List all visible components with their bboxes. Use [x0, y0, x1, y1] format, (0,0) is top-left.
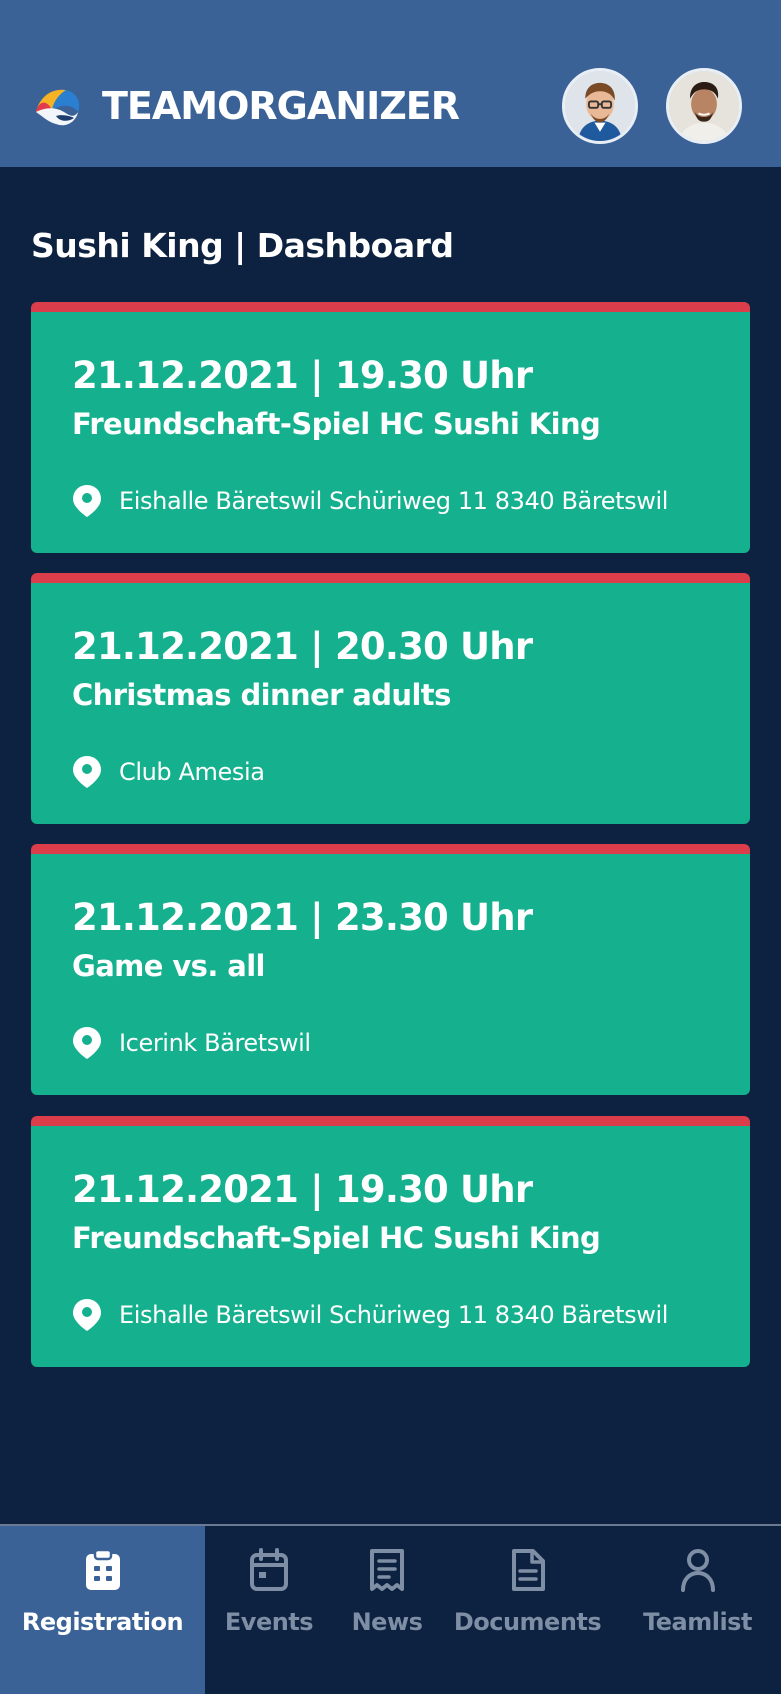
event-card[interactable]: 21.12.2021 | 19.30 Uhr Freundschaft-Spie…: [31, 1116, 750, 1367]
avatar-photo-icon: [669, 71, 739, 141]
avatar-illustration-icon: [565, 71, 635, 141]
nav-label: Documents: [453, 1608, 602, 1636]
nav-label: News: [351, 1608, 423, 1636]
event-location-text: Eishalle Bäretswil Schüriweg 11 8340 Bär…: [119, 487, 669, 515]
nav-item-registration[interactable]: Registration: [0, 1526, 205, 1694]
nav-item-news[interactable]: News: [333, 1526, 441, 1694]
nav-item-events[interactable]: Events: [205, 1526, 333, 1694]
receipt-icon: [370, 1549, 404, 1591]
event-location: Icerink Bäretswil: [72, 1026, 311, 1060]
event-card[interactable]: 21.12.2021 | 20.30 Uhr Christmas dinner …: [31, 573, 750, 824]
location-pin-icon: [73, 1299, 101, 1331]
event-card[interactable]: 21.12.2021 | 23.30 Uhr Game vs. all Icer…: [31, 844, 750, 1095]
event-date: 21.12.2021 | 23.30 Uhr: [72, 896, 533, 939]
event-date: 21.12.2021 | 19.30 Uhr: [72, 354, 533, 397]
event-title: Freundschaft-Spiel HC Sushi King: [72, 407, 601, 441]
event-card[interactable]: 21.12.2021 | 19.30 Uhr Freundschaft-Spie…: [31, 302, 750, 553]
teamorganizer-logo-icon: [36, 89, 80, 126]
event-date: 21.12.2021 | 19.30 Uhr: [72, 1168, 533, 1211]
event-date: 21.12.2021 | 20.30 Uhr: [72, 625, 533, 668]
clipboard-icon: [85, 1548, 120, 1590]
page-title: Sushi King | Dashboard: [31, 226, 454, 265]
nav-label: Events: [224, 1608, 314, 1636]
nav-item-documents[interactable]: Documents: [441, 1526, 614, 1694]
nav-label: Registration: [21, 1608, 184, 1636]
app-header: TEAMORGANIZER: [0, 0, 781, 167]
avatar-user-1[interactable]: [562, 68, 638, 144]
event-location: Eishalle Bäretswil Schüriweg 11 8340 Bär…: [72, 484, 668, 518]
event-location-text: Icerink Bäretswil: [119, 1029, 311, 1057]
calendar-icon: [250, 1548, 288, 1591]
event-title: Freundschaft-Spiel HC Sushi King: [72, 1221, 601, 1255]
location-pin-icon: [73, 756, 101, 788]
event-location: Club Amesia: [72, 755, 265, 789]
event-location-text: Eishalle Bäretswil Schüriweg 11 8340 Bär…: [119, 1301, 669, 1329]
event-title: Game vs. all: [72, 949, 265, 983]
person-icon: [680, 1549, 715, 1592]
event-title: Christmas dinner adults: [72, 678, 451, 712]
brand-name: TEAMORGANIZER: [102, 84, 460, 128]
nav-item-teamlist[interactable]: Teamlist: [614, 1526, 781, 1694]
nav-label: Teamlist: [643, 1608, 752, 1636]
location-pin-icon: [73, 485, 101, 517]
document-icon: [511, 1549, 545, 1591]
location-pin-icon: [73, 1027, 101, 1059]
event-location: Eishalle Bäretswil Schüriweg 11 8340 Bär…: [72, 1298, 668, 1332]
app-root: TEAMORGANIZER Sushi King | Dashboard 21.…: [0, 0, 781, 1694]
avatar-user-2[interactable]: [666, 68, 742, 144]
event-location-text: Club Amesia: [119, 758, 265, 786]
bottom-nav: Registration Events News Documents Teaml…: [0, 1524, 781, 1694]
